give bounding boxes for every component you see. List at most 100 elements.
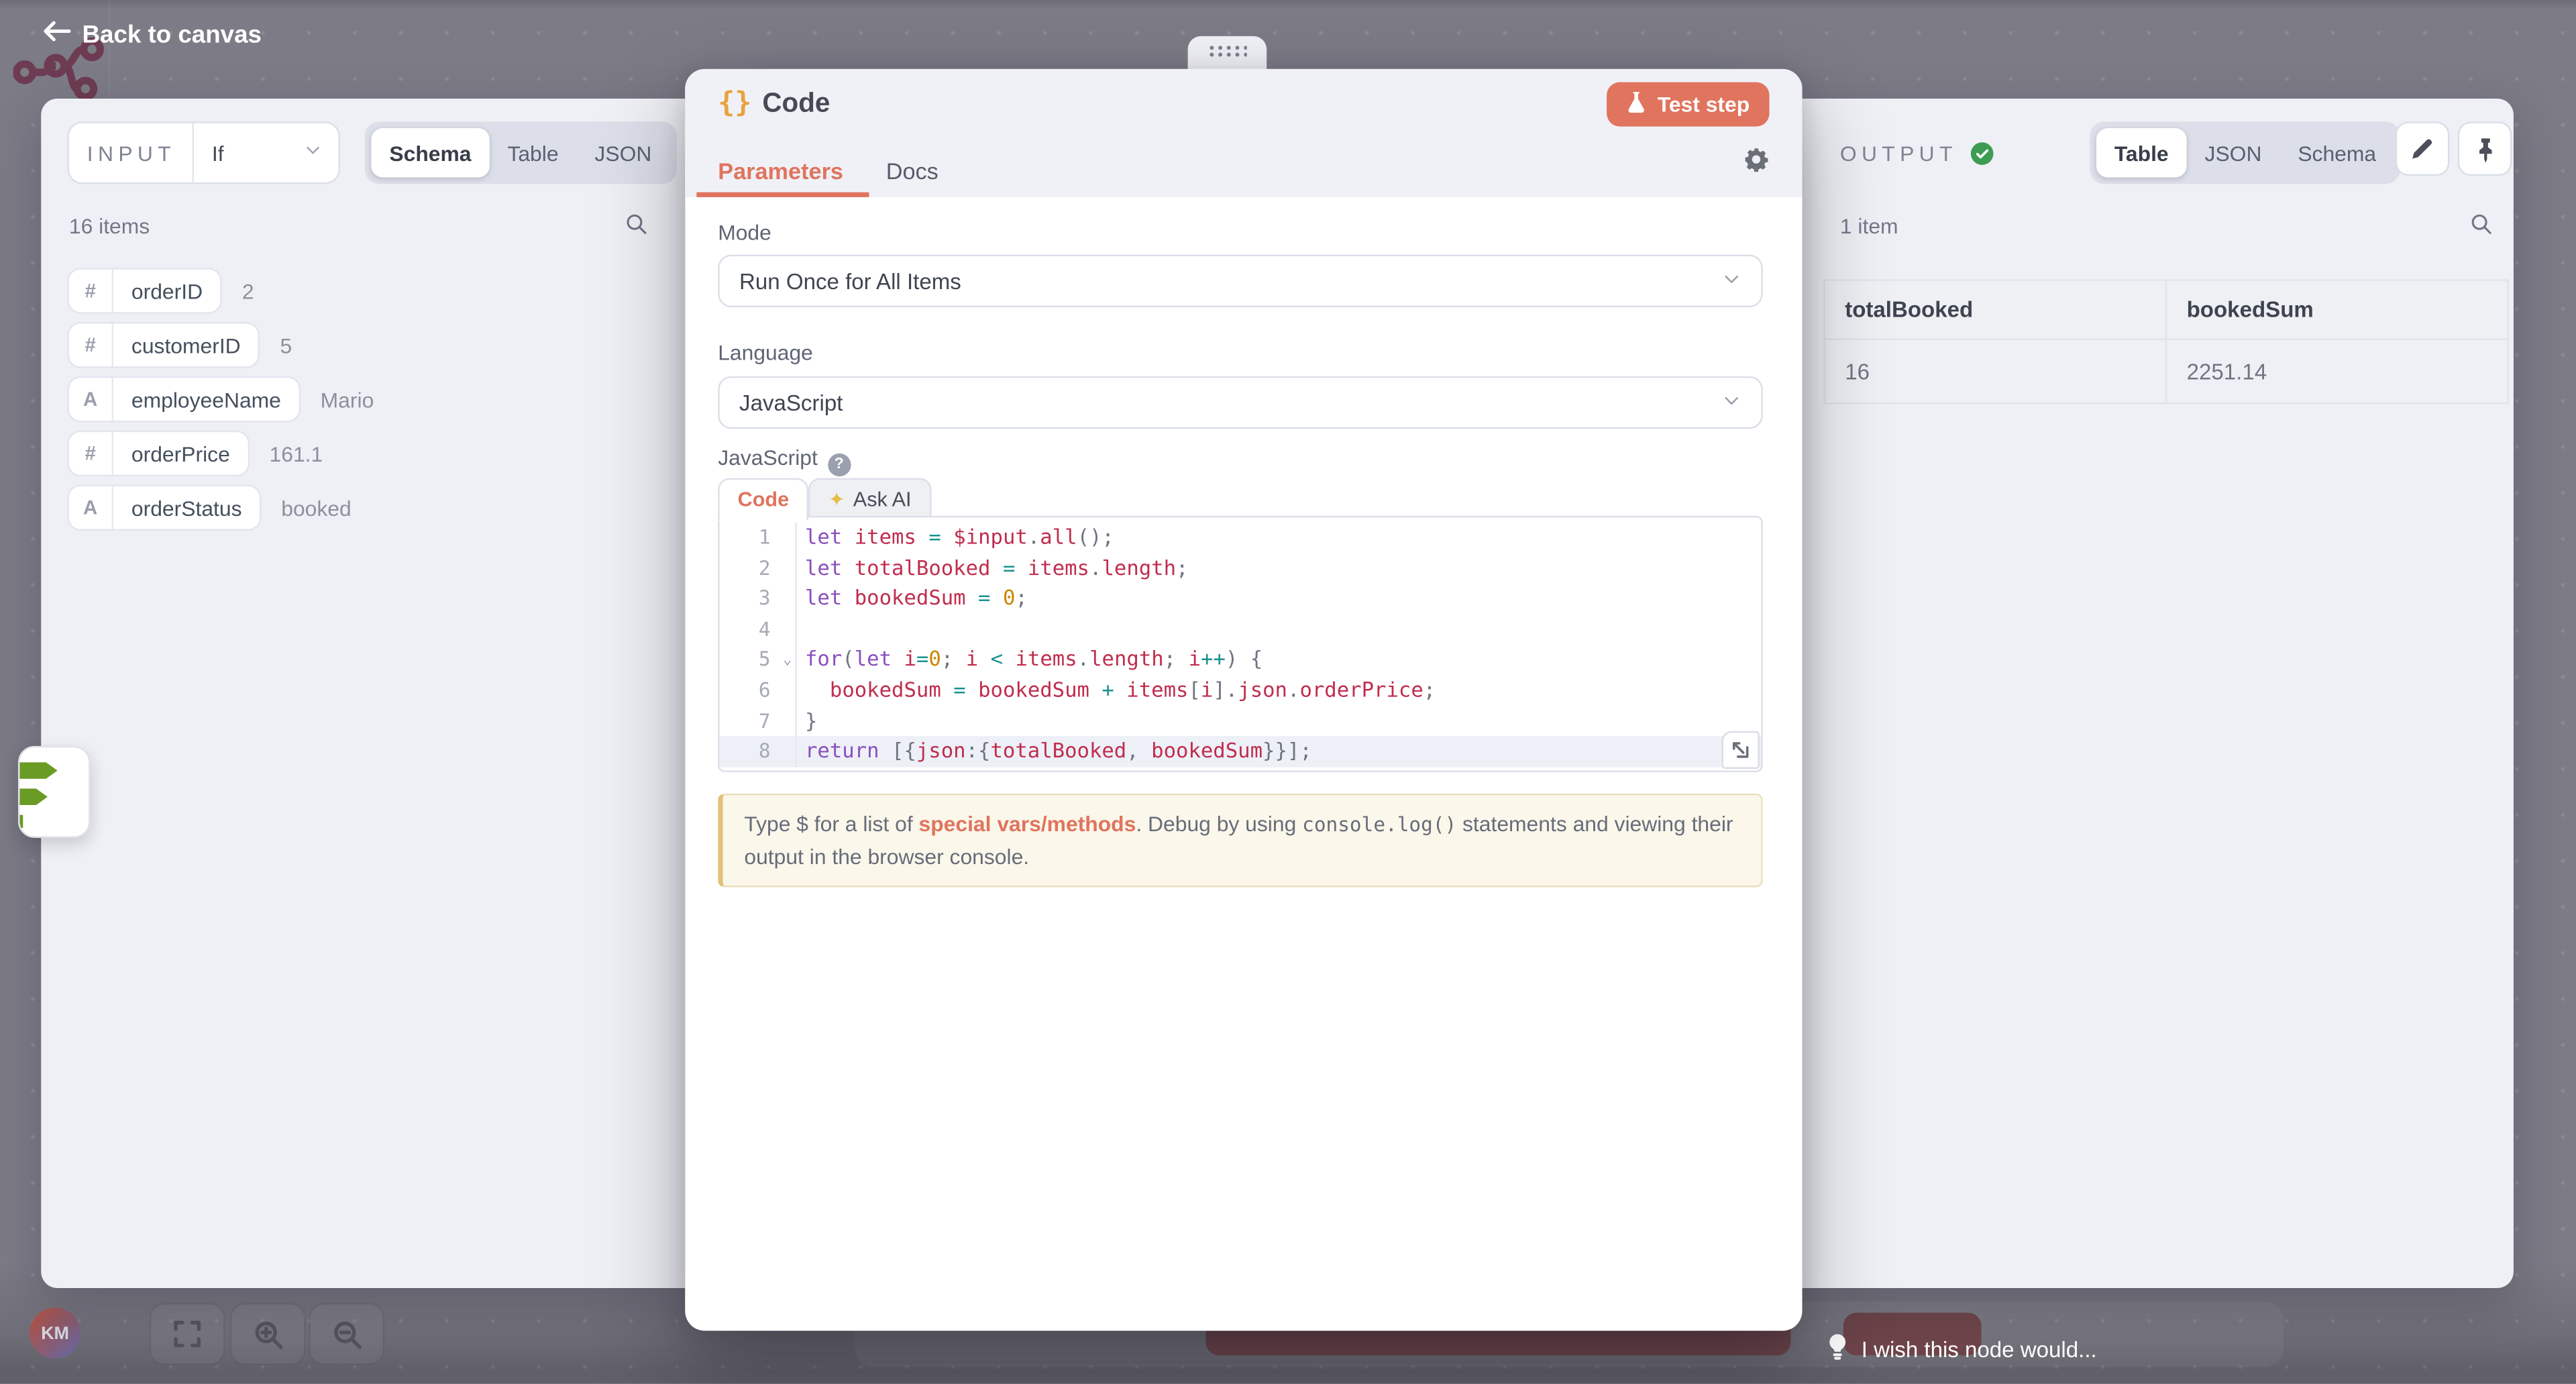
tab-json[interactable]: JSON <box>2187 128 2280 177</box>
line-number: 4 <box>720 614 797 645</box>
field-type-icon: A <box>69 486 113 529</box>
code-line[interactable]: return [{json:{totalBooked, bookedSum}}]… <box>797 737 1762 767</box>
code-line[interactable]: let bookedSum = 0; <box>797 584 1762 615</box>
line-number: 1 <box>720 523 797 553</box>
chevron-down-icon <box>1720 388 1743 417</box>
modal-drag-handle[interactable] <box>1188 36 1267 72</box>
code-editor[interactable]: 1let items = $input.all();2let totalBook… <box>718 516 1763 772</box>
tab-docs[interactable]: Docs <box>886 158 938 184</box>
line-number: 6 <box>720 675 797 706</box>
chevron-down-icon <box>1720 267 1743 295</box>
input-search-icon[interactable] <box>625 212 649 245</box>
field-name: orderStatus <box>113 495 260 520</box>
tab-schema[interactable]: Schema <box>2279 128 2394 177</box>
fit-view-button <box>150 1303 225 1365</box>
field-name: orderPrice <box>113 441 248 466</box>
output-table-header: totalBookedbookedSum <box>1825 281 2507 339</box>
back-arrow-icon <box>43 19 71 49</box>
active-tab-underline <box>696 191 869 197</box>
back-to-canvas-button[interactable]: Back to canvas <box>43 19 262 49</box>
flask-icon <box>1626 91 1646 119</box>
tab-code[interactable]: Code <box>718 478 808 521</box>
field-type-icon: A <box>69 378 113 421</box>
schema-field-pill[interactable]: AemployeeName <box>67 376 301 423</box>
field-type-icon: # <box>69 323 113 366</box>
tab-schema[interactable]: Schema <box>371 128 489 177</box>
special-vars-link[interactable]: special vars/methods <box>919 812 1136 837</box>
edit-output-button[interactable] <box>2396 121 2450 176</box>
schema-field-pill[interactable]: #orderID <box>67 268 222 314</box>
code-line[interactable]: for(let i=0; i < items.length; i++) { <box>797 645 1762 676</box>
line-number: 2 <box>720 553 797 584</box>
mode-select[interactable]: Run Once for All Items <box>718 255 1763 307</box>
field-name: orderID <box>113 278 221 303</box>
schema-item: #orderPrice 161.1 <box>67 432 374 475</box>
output-table: totalBookedbookedSum 162251.14 <box>1823 279 2508 404</box>
editor-hint: Type $ for a list of special vars/method… <box>718 794 1763 888</box>
node-settings-gear-icon[interactable] <box>1743 146 1769 180</box>
field-value: 2 <box>242 278 254 303</box>
zoom-in-button <box>230 1303 306 1365</box>
test-step-button[interactable]: Test step <box>1607 82 1770 126</box>
field-name: employeeName <box>113 387 299 412</box>
code-line[interactable]: let items = $input.all(); <box>797 523 1762 553</box>
line-number: 3 <box>720 584 797 615</box>
input-label: INPUT <box>69 140 193 165</box>
schema-field-pill[interactable]: #customerID <box>67 322 260 368</box>
code-node-modal: {} Code Test step Parameters Docs Mode R… <box>685 69 1802 1331</box>
field-value: Mario <box>321 387 374 412</box>
field-value: booked <box>281 495 351 520</box>
expand-icon <box>1730 739 1752 761</box>
expand-editor-button[interactable] <box>1722 731 1760 769</box>
wish-node-button[interactable]: I wish this node would... <box>1827 1332 2096 1365</box>
pin-data-button[interactable] <box>2458 121 2512 176</box>
code-line[interactable]: bookedSum = bookedSum + items[i].json.or… <box>797 675 1762 706</box>
node-title[interactable]: Code <box>762 89 830 120</box>
output-table-body: 162251.14 <box>1825 338 2507 403</box>
line-number: 8 <box>720 737 797 767</box>
fold-icon[interactable]: ⌄ <box>783 646 792 677</box>
pencil-icon <box>2410 136 2435 161</box>
wish-label: I wish this node would... <box>1862 1336 2097 1361</box>
code-line[interactable]: let totalBooked = items.length; <box>797 553 1762 584</box>
line-number: 5⌄ <box>720 645 797 676</box>
editor-label: JavaScript? <box>718 445 851 476</box>
column-header: totalBooked <box>1825 281 2167 339</box>
help-icon[interactable]: ? <box>828 453 851 476</box>
screen: KM Back to canvas I wish this node would… <box>0 0 2576 1383</box>
language-select[interactable]: JavaScript <box>718 376 1763 429</box>
input-schema-list: #orderID2#customerID5AemployeeNameMario#… <box>67 270 374 529</box>
output-panel: OUTPUT TableJSONSchema 1 item totalBooke… <box>1803 99 2514 1288</box>
tab-json[interactable]: JSON <box>576 128 669 177</box>
output-search-icon[interactable] <box>2469 212 2494 245</box>
input-items-count: 16 items <box>69 213 150 238</box>
success-check-icon <box>1970 142 1995 166</box>
if-node-badge[interactable] <box>18 746 91 838</box>
back-label: Back to canvas <box>82 21 262 49</box>
chevron-down-icon <box>303 140 324 166</box>
tab-ask-ai[interactable]: ✦ Ask AI <box>809 478 931 521</box>
field-name: customerID <box>113 333 259 358</box>
line-number: 7 <box>720 706 797 737</box>
tab-table[interactable]: Table <box>489 128 576 177</box>
tab-table[interactable]: Table <box>2096 128 2187 177</box>
code-line[interactable] <box>797 614 1762 645</box>
table-cell: 2251.14 <box>2167 340 2507 403</box>
input-source-select[interactable]: If <box>194 140 339 166</box>
schema-item: #orderID 2 <box>67 270 374 313</box>
output-view-tabs: TableJSONSchema <box>2090 121 2401 184</box>
field-type-icon: # <box>69 270 113 313</box>
input-source-box: INPUT If <box>67 121 340 184</box>
editor-tabs: Code ✦ Ask AI <box>718 478 931 521</box>
modal-header: {} Code Test step Parameters Docs <box>685 69 1802 197</box>
field-value: 161.1 <box>270 441 323 466</box>
field-type-icon: # <box>69 432 113 475</box>
field-value: 5 <box>280 333 292 358</box>
tab-parameters[interactable]: Parameters <box>718 158 843 184</box>
language-label: Language <box>718 340 813 365</box>
schema-field-pill[interactable]: #orderPrice <box>67 431 250 477</box>
input-view-tabs: SchemaTableJSON <box>365 121 676 184</box>
code-lines: 1let items = $input.all();2let totalBook… <box>720 517 1762 767</box>
code-line[interactable]: } <box>797 706 1762 737</box>
schema-field-pill[interactable]: AorderStatus <box>67 484 261 531</box>
